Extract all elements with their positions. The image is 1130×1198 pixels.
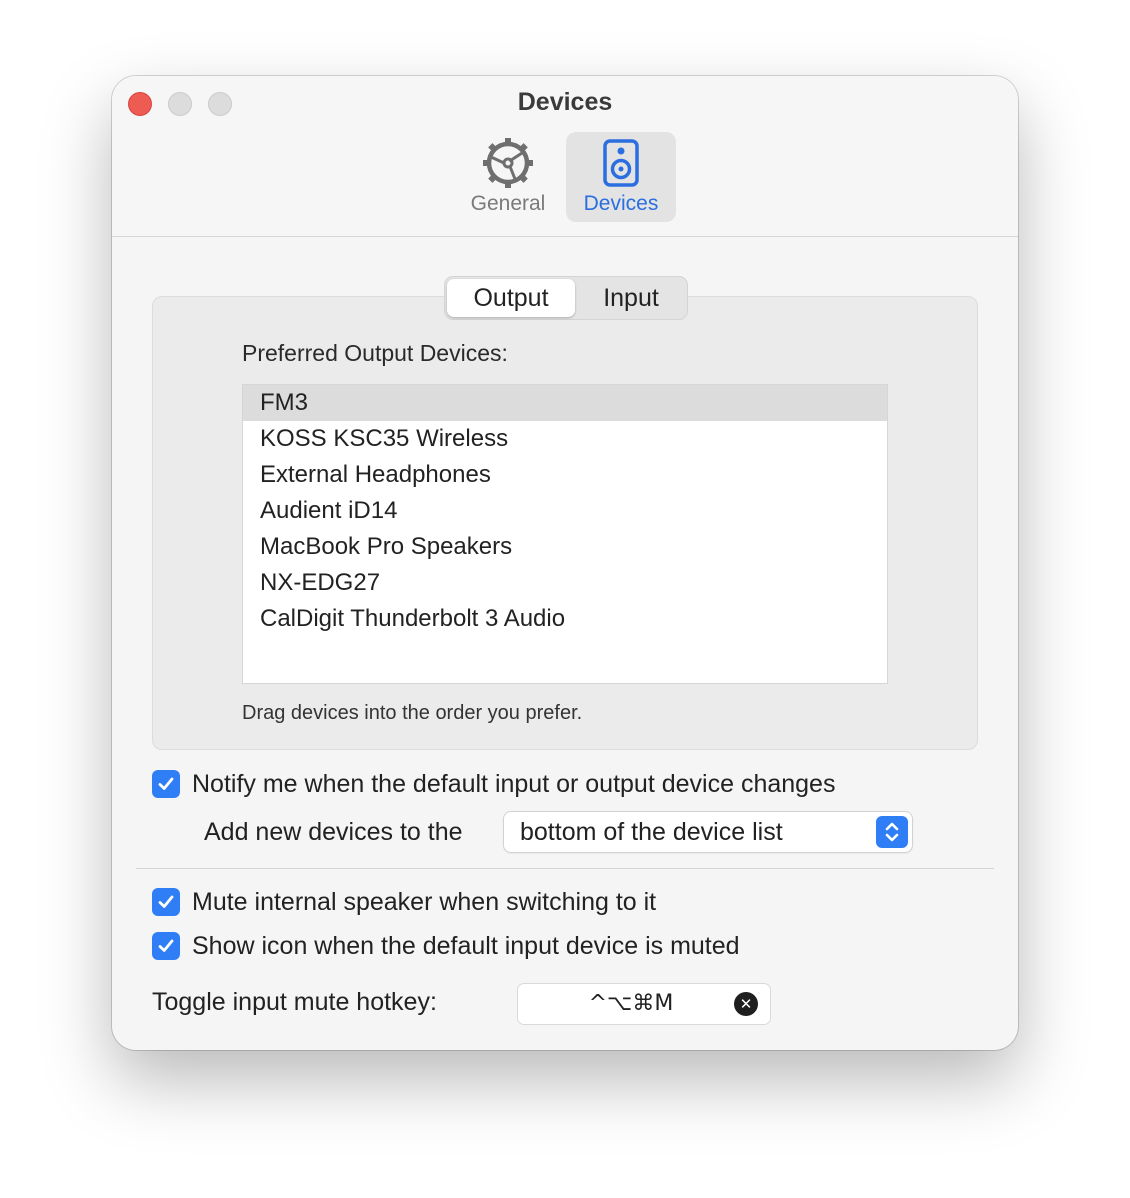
tab-output[interactable]: Output <box>447 279 575 317</box>
speaker-icon <box>601 136 641 190</box>
device-row[interactable]: CalDigit Thunderbolt 3 Audio <box>243 601 887 637</box>
drag-hint-text: Drag devices into the order you prefer. <box>242 702 583 724</box>
mute-internal-speaker-label[interactable]: Mute internal speaker when switching to … <box>192 888 656 917</box>
toolbar-general-button[interactable]: General <box>458 132 558 222</box>
show-muted-icon-label[interactable]: Show icon when the default input device … <box>192 932 740 961</box>
clear-hotkey-icon[interactable]: ✕ <box>734 992 758 1016</box>
device-row[interactable]: FM3 <box>243 385 887 421</box>
device-row[interactable]: Audient iD14 <box>243 493 887 529</box>
output-input-segmented-control: Output Input <box>444 276 688 320</box>
window-title: Devices <box>517 88 613 116</box>
checkmark-icon <box>158 939 174 952</box>
toolbar-devices-label: Devices <box>583 192 659 215</box>
add-new-devices-popup[interactable]: bottom of the device list <box>504 812 912 852</box>
hotkey-label: Toggle input mute hotkey: <box>152 988 437 1016</box>
gear-icon <box>481 136 535 190</box>
preferences-window: Devices General Devices Output Input Pre… <box>112 76 1018 1050</box>
preferred-output-devices-label: Preferred Output Devices: <box>242 340 508 366</box>
section-divider <box>136 868 994 869</box>
popup-selected-value: bottom of the device list <box>520 818 783 846</box>
toolbar-devices-button[interactable]: Devices <box>566 132 676 222</box>
hotkey-recorder-field[interactable]: ^⌥⌘M ✕ <box>518 984 770 1024</box>
mute-internal-speaker-checkbox[interactable] <box>152 888 180 916</box>
add-new-devices-label: Add new devices to the <box>204 818 463 846</box>
title-bar: Devices General Devices <box>112 76 1018 237</box>
device-row[interactable]: External Headphones <box>243 457 887 493</box>
output-device-list[interactable]: FM3 KOSS KSC35 Wireless External Headpho… <box>242 384 888 684</box>
toolbar-general-label: General <box>470 192 546 215</box>
device-row[interactable]: MacBook Pro Speakers <box>243 529 887 565</box>
device-row[interactable]: KOSS KSC35 Wireless <box>243 421 887 457</box>
checkmark-icon <box>158 895 174 908</box>
checkmark-icon <box>158 777 174 790</box>
notify-checkbox[interactable] <box>152 770 180 798</box>
chevron-updown-icon <box>876 816 908 848</box>
tab-input[interactable]: Input <box>577 279 685 317</box>
device-row[interactable]: NX-EDG27 <box>243 565 887 601</box>
show-muted-icon-checkbox[interactable] <box>152 932 180 960</box>
hotkey-value: ^⌥⌘M <box>588 991 674 1016</box>
notify-checkbox-label[interactable]: Notify me when the default input or outp… <box>192 770 835 799</box>
